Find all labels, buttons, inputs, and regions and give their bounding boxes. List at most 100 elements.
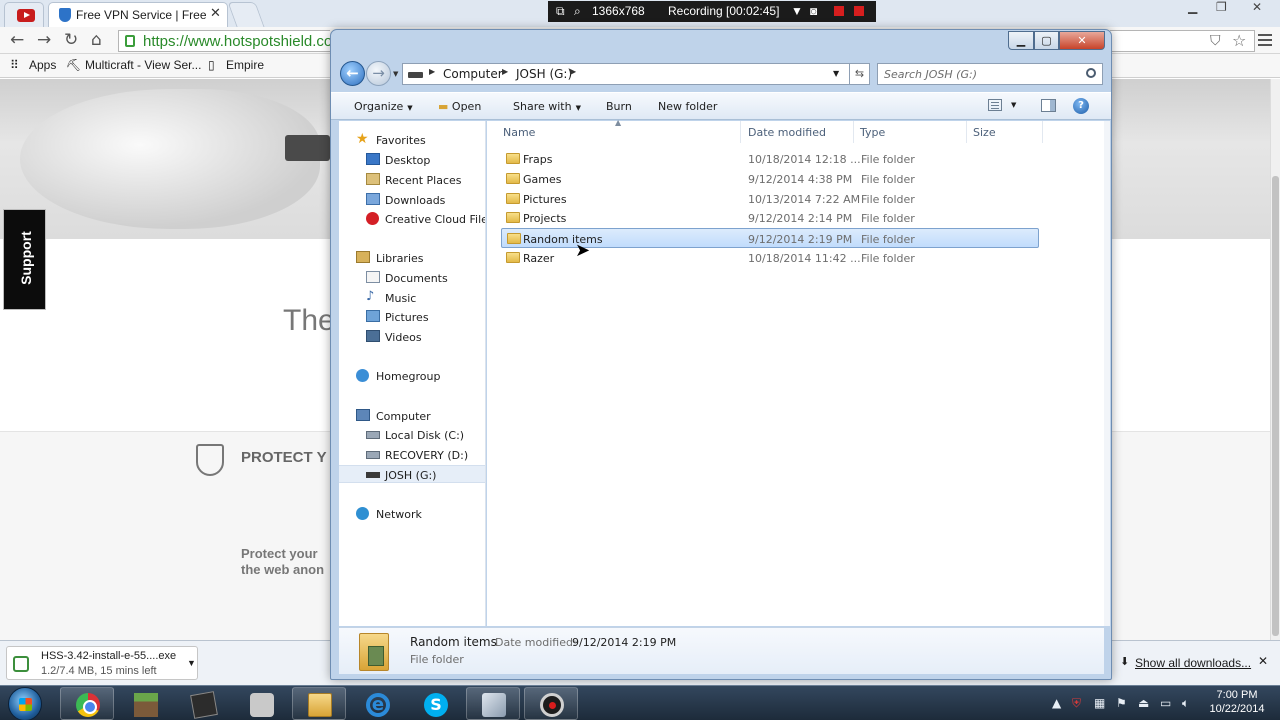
taskbar-minecraft[interactable]	[118, 687, 172, 720]
taskbar-camera-app[interactable]	[234, 687, 288, 720]
taskbar-recorder[interactable]	[524, 687, 578, 720]
close-icon[interactable]: ✕	[1258, 654, 1268, 668]
taskbar-drawing-app[interactable]	[176, 687, 230, 720]
taskbar-chrome[interactable]	[60, 687, 114, 720]
taskbar-skype[interactable]: S	[408, 687, 462, 720]
network-status-icon[interactable]: ▦	[1094, 696, 1105, 710]
antivirus-icon[interactable]: ⛨	[1072, 696, 1081, 711]
file-type: File folder	[861, 212, 915, 225]
action-center-icon[interactable]: ⚑	[1116, 696, 1127, 710]
taskbar-explorer[interactable]	[292, 687, 346, 720]
nav-josh-drive[interactable]: JOSH (G:)	[339, 465, 485, 483]
recorder-window-icon[interactable]: ⧉	[556, 4, 565, 19]
organize-button[interactable]: Organize ▼	[354, 100, 413, 113]
address-bar-right[interactable]: ⛉ ☆	[1110, 30, 1255, 52]
breadcrumb-separator-icon[interactable]: ▶	[502, 67, 508, 76]
power-icon[interactable]: ▭	[1160, 696, 1171, 710]
maximize-button[interactable]: ▢	[1034, 31, 1059, 50]
chevron-down-icon[interactable]: ▼	[187, 658, 196, 668]
back-button[interactable]: ←	[340, 61, 365, 86]
address-dropdown-icon[interactable]: ▼	[833, 69, 839, 78]
support-tab[interactable]: Support	[3, 209, 46, 310]
camera-icon[interactable]: ◙	[810, 4, 817, 18]
view-options-icon[interactable]	[988, 99, 1002, 111]
column-name[interactable]: Name	[503, 126, 535, 139]
table-row[interactable]: Pictures 10/13/2014 7:22 AM File folder	[501, 189, 1039, 209]
taskbar-clock[interactable]: 7:00 PM 10/22/2014	[1202, 688, 1272, 716]
nav-network[interactable]: Network	[339, 505, 485, 523]
nav-recent-places[interactable]: Recent Places	[339, 171, 485, 189]
new-folder-button[interactable]: New folder	[658, 100, 717, 113]
close-icon[interactable]: ✕	[1252, 0, 1262, 14]
recent-pages-dropdown[interactable]: ▼	[393, 70, 398, 78]
volume-icon[interactable]: 🔈︎	[1182, 696, 1189, 711]
nav-recovery[interactable]: RECOVERY (D:)	[339, 446, 485, 464]
file-date: 9/12/2014 2:19 PM	[748, 233, 853, 246]
nav-creative-cloud[interactable]: Creative Cloud Files	[339, 210, 485, 228]
table-row[interactable]: Fraps 10/18/2014 12:18 ... File folder	[501, 149, 1039, 169]
tab-hotspot-shield[interactable]: Free VPN Service | Free VP ✕	[48, 2, 228, 27]
preview-pane-icon[interactable]	[1041, 99, 1056, 112]
star-icon[interactable]: ☆	[1232, 31, 1246, 50]
new-tab-button[interactable]	[227, 2, 265, 27]
column-size[interactable]: Size	[973, 126, 996, 139]
page-scrollbar[interactable]	[1270, 79, 1280, 640]
menu-icon[interactable]	[1258, 34, 1272, 49]
reload-icon[interactable]: ↻	[64, 30, 78, 50]
bookmark-empire[interactable]: Empire	[226, 58, 264, 72]
extension-shield-icon[interactable]: ⛉	[1210, 33, 1221, 49]
file-list-scrollbar[interactable]	[1104, 121, 1110, 626]
column-type[interactable]: Type	[860, 126, 885, 139]
table-row[interactable]: Projects 9/12/2014 2:14 PM File folder	[501, 208, 1039, 228]
nav-favorites[interactable]: ★ Favorites	[339, 131, 485, 149]
nav-downloads[interactable]: Downloads	[339, 191, 485, 209]
nav-libraries[interactable]: Libraries	[339, 249, 485, 267]
burn-button[interactable]: Burn	[606, 100, 632, 113]
start-button[interactable]	[8, 687, 42, 720]
bookmark-apps[interactable]: Apps	[29, 58, 56, 72]
search-input[interactable]: Search JOSH (G:)	[877, 63, 1103, 85]
back-arrow-icon[interactable]: ←	[10, 30, 24, 50]
download-item[interactable]: HSS-3.42-install-e-55....exe 1.2/7.4 MB,…	[6, 646, 198, 680]
address-bar[interactable]: https://www.hotspotshield.co	[118, 30, 332, 52]
close-button[interactable]: ✕	[1059, 31, 1105, 50]
tab-youtube[interactable]	[4, 2, 44, 27]
nav-desktop[interactable]: Desktop	[339, 151, 485, 169]
taskbar-ie[interactable]: e	[350, 687, 404, 720]
breadcrumb-computer[interactable]: Computer	[443, 67, 503, 81]
nav-documents[interactable]: Documents	[339, 269, 485, 287]
view-dropdown-icon[interactable]: ▼	[1011, 101, 1016, 109]
taskbar-tool[interactable]	[466, 687, 520, 720]
tab-close-icon[interactable]: ✕	[210, 6, 221, 21]
open-button[interactable]: ▬ Open	[438, 100, 481, 113]
usb-icon[interactable]: ⏏	[1138, 696, 1149, 710]
stop-icon[interactable]	[854, 6, 864, 16]
column-date-modified[interactable]: Date modified	[748, 126, 826, 139]
forward-button[interactable]: →	[366, 61, 391, 86]
help-icon[interactable]: ?	[1073, 98, 1089, 114]
refresh-button[interactable]: ⇆	[849, 63, 870, 85]
scrollbar-thumb[interactable]	[1272, 176, 1279, 636]
chevron-down-icon[interactable]: ▼	[791, 4, 803, 18]
maximize-icon[interactable]: ❐	[1216, 0, 1227, 14]
minimize-button[interactable]: ▁	[1008, 31, 1034, 50]
nav-local-disk[interactable]: Local Disk (C:)	[339, 426, 485, 444]
nav-pictures[interactable]: Pictures	[339, 308, 485, 326]
show-hidden-icons-icon[interactable]: ▲	[1052, 696, 1061, 710]
nav-videos[interactable]: Videos	[339, 328, 485, 346]
share-with-button[interactable]: Share with ▼	[513, 100, 581, 113]
nav-music[interactable]: ♪ Music	[339, 289, 485, 307]
breadcrumb-separator-icon[interactable]: ▶	[429, 67, 435, 76]
breadcrumb-separator-icon[interactable]: ▶	[570, 67, 576, 76]
show-all-downloads-link[interactable]: Show all downloads...	[1135, 656, 1251, 670]
nav-computer[interactable]: Computer	[339, 407, 485, 425]
pause-icon[interactable]	[834, 6, 844, 16]
nav-homegroup[interactable]: Homegroup	[339, 367, 485, 385]
table-row[interactable]: Games 9/12/2014 4:38 PM File folder	[501, 169, 1039, 189]
bookmark-multicraft[interactable]: Multicraft - View Ser...	[85, 58, 201, 72]
breadcrumb-josh[interactable]: JOSH (G:)	[516, 67, 572, 81]
explorer-address-bar[interactable]: ▶ Computer ▶ JOSH (G:) ▶ ▼	[402, 63, 850, 85]
forward-arrow-icon[interactable]: →	[37, 30, 51, 50]
minimize-icon[interactable]: ▁	[1188, 0, 1197, 14]
home-icon[interactable]: ⌂	[91, 30, 102, 50]
